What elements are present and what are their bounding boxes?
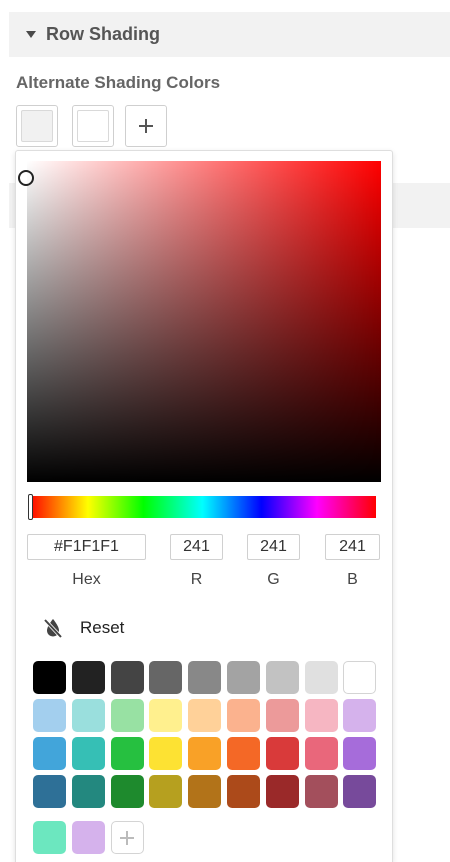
section-header-row-shading[interactable]: Row Shading [9,12,450,57]
palette-swatch[interactable] [227,699,260,732]
section-title: Row Shading [46,24,160,44]
red-input[interactable]: 241 [170,534,223,560]
saturation-value-handle[interactable] [18,170,34,186]
palette-swatch[interactable] [304,737,338,770]
shading-swatch-1[interactable] [16,105,58,147]
palette-swatch[interactable] [265,661,299,694]
palette-swatch[interactable] [149,775,183,808]
palette-swatch[interactable] [71,699,105,732]
palette-swatch[interactable] [149,661,183,694]
palette-swatch[interactable] [149,737,183,770]
reset-button[interactable]: Reset [42,616,124,640]
palette-swatch[interactable] [304,661,338,694]
swatch-color [77,110,109,142]
custom-color-swatch[interactable] [71,821,105,854]
shading-swatch-2[interactable] [72,105,114,147]
palette-swatch[interactable] [265,699,299,732]
palette-swatch[interactable] [188,661,222,694]
reset-label: Reset [80,618,125,637]
palette-swatch[interactable] [33,699,66,732]
hex-label: Hex [72,571,101,588]
palette-swatch[interactable] [227,661,260,694]
blue-input[interactable]: 241 [325,534,380,560]
palette-swatch[interactable] [188,775,222,808]
plus-icon [120,830,135,845]
palette-swatch[interactable] [188,737,222,770]
palette-swatch[interactable] [33,775,66,808]
green-label: G [267,571,280,588]
palette-swatch[interactable] [227,737,260,770]
hue-slider[interactable] [28,494,376,520]
color-picker-popover: #F1F1F1 241 241 241 Hex R G B Reset [15,150,393,862]
add-shading-color-button[interactable] [125,105,167,147]
custom-color-swatch[interactable] [33,821,66,854]
alternate-colors-label: Alternate Shading Colors [16,73,221,92]
palette-swatch[interactable] [33,661,66,694]
red-label: R [190,571,203,588]
palette-swatch[interactable] [71,775,105,808]
palette-swatch[interactable] [149,699,183,732]
palette-swatch[interactable] [343,737,377,770]
add-custom-color-button[interactable] [110,821,144,854]
palette-swatch[interactable] [110,737,144,770]
palette-swatch[interactable] [227,775,260,808]
blue-label: B [347,571,358,588]
palette-swatch[interactable] [110,699,144,732]
green-input[interactable]: 241 [247,534,300,560]
palette-swatch[interactable] [71,661,105,694]
palette-swatch[interactable] [343,775,377,808]
palette-swatch[interactable] [265,775,299,808]
palette-swatch[interactable] [343,699,377,732]
palette-swatch[interactable] [304,699,338,732]
caret-down-icon [26,31,36,38]
palette-swatch[interactable] [110,775,144,808]
hex-input[interactable]: #F1F1F1 [27,534,146,560]
palette-swatch[interactable] [304,775,338,808]
palette-swatch[interactable] [110,661,144,694]
palette-swatch[interactable] [343,661,377,694]
no-color-drop-icon [43,618,63,639]
palette-swatch[interactable] [71,737,105,770]
palette-swatch[interactable] [33,737,66,770]
swatch-color [21,110,53,142]
plus-icon [139,119,153,133]
palette-swatch[interactable] [188,699,222,732]
saturation-value-area[interactable] [18,161,381,482]
palette-swatch[interactable] [265,737,299,770]
hue-slider-handle[interactable] [28,494,33,520]
